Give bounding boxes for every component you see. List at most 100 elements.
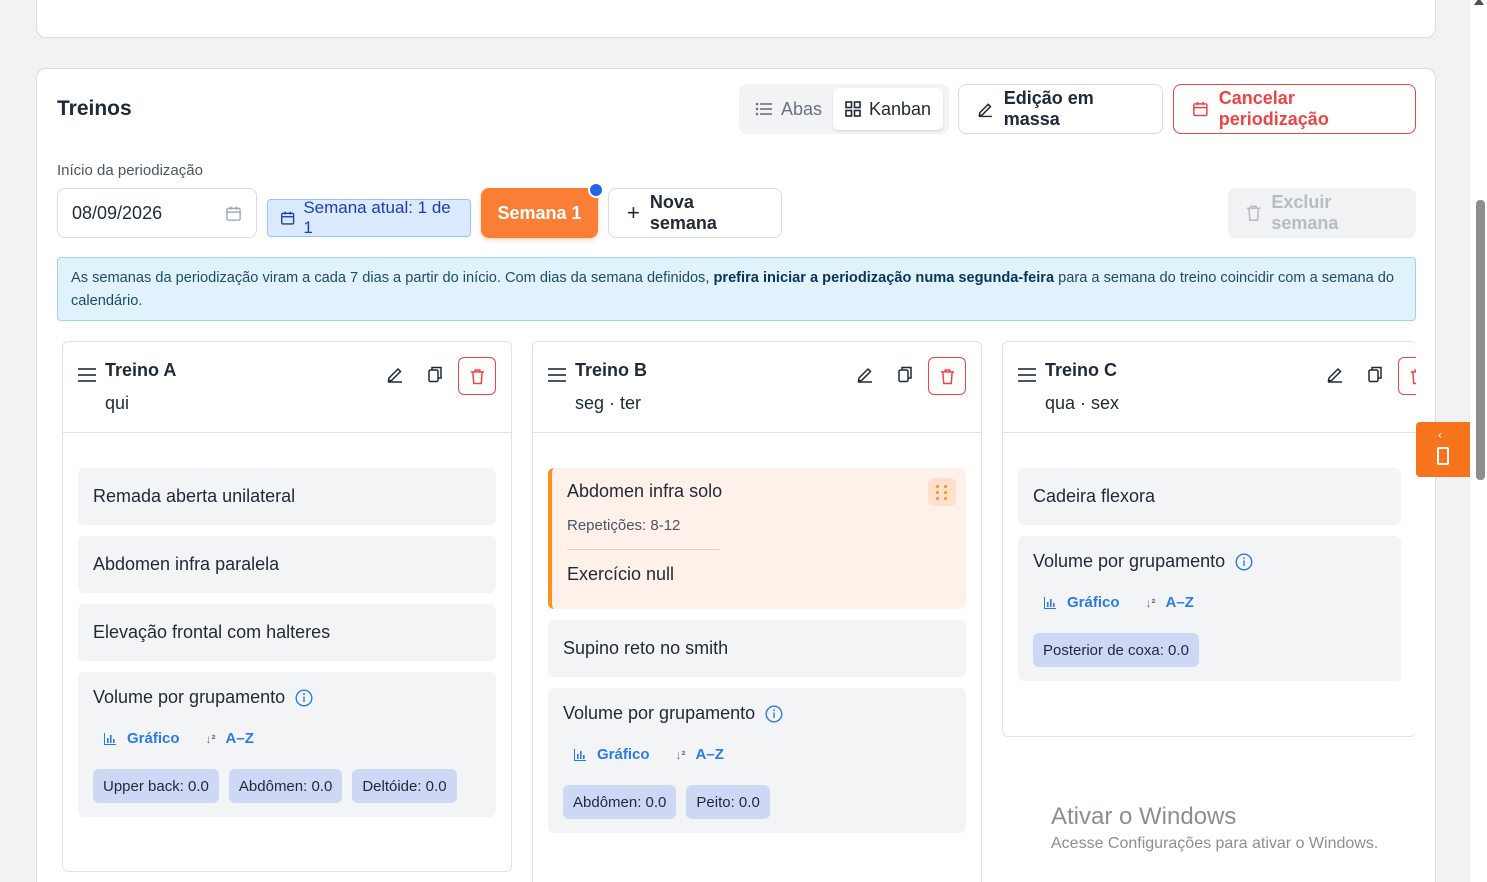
trash-icon (1246, 205, 1261, 221)
workout-days: qui (105, 393, 130, 413)
start-date-value: 08/09/2026 (72, 202, 163, 223)
volume-title-text: Volume por grupamento (93, 687, 286, 707)
calendar-icon[interactable] (225, 205, 242, 222)
pencil-icon (978, 103, 992, 118)
calendar-icon (281, 211, 295, 225)
tab-abas-label: Abas (781, 98, 823, 119)
volume-chip: Deltóide: 0.0 (352, 769, 457, 803)
column-header: Treino B seg · ter (533, 342, 981, 433)
workout-name: Treino B (575, 360, 648, 380)
delete-week-button[interactable]: Excluir semana (1228, 188, 1416, 238)
drag-handle-icon[interactable] (548, 368, 566, 382)
column-header: Treino C qua · sex (1003, 342, 1416, 433)
week-tab-1[interactable]: Semana 1 (481, 182, 604, 238)
drag-handle-icon[interactable] (78, 368, 96, 382)
section-title: Treinos (57, 97, 132, 120)
watermark-subtitle: Acesse Configurações para ativar o Windo… (1051, 835, 1379, 852)
sort-icon: ↓² (205, 731, 216, 746)
info-icon[interactable] (765, 704, 783, 723)
plus-icon: + (627, 200, 640, 225)
workout-name: Treino A (105, 360, 177, 380)
info-text-1: As semanas da periodização viram a cada … (71, 270, 714, 286)
chevron-left-icon: ‹ (1438, 428, 1442, 442)
tab-chart-label: Gráfico (127, 730, 180, 747)
workout-days: qua · sex (1045, 393, 1120, 413)
start-date-label: Início da periodização (57, 162, 203, 179)
exercise-name: Abdomen infra solo (567, 481, 723, 501)
current-week-badge: Semana atual: 1 de 1 (267, 198, 471, 237)
copy-icon[interactable] (896, 365, 914, 383)
volume-panel: Volume por grupamento Gráfico ↓² A–Z Abdô… (548, 688, 966, 833)
edit-icon[interactable] (386, 365, 404, 383)
volume-title: Volume por grupamento (563, 703, 951, 724)
volume-chip: Upper back: 0.0 (93, 769, 219, 803)
workout-name: Treino C (1045, 360, 1118, 380)
list-icon (755, 102, 772, 116)
current-week-dot (588, 182, 604, 198)
tab-az[interactable]: ↓² A–Z (1146, 594, 1194, 611)
info-icon[interactable] (295, 688, 313, 707)
tab-kanban[interactable]: Kanban (833, 88, 944, 130)
mass-edit-label: Edição em massa (1003, 88, 1094, 129)
new-week-button[interactable]: + Nova semana (608, 188, 782, 238)
delete-week-label: Excluir semana (1271, 192, 1339, 233)
tab-az-label: A–Z (1165, 594, 1194, 611)
info-text-bold: prefira iniciar a periodização numa segu… (713, 270, 1055, 286)
cancel-periodization-button[interactable]: Cancelar periodização (1173, 84, 1416, 134)
workout-column-b: Treino B seg · ter Abdomen infra solo Re… (532, 341, 982, 882)
exercise-item[interactable]: Supino reto no smith (548, 620, 966, 677)
tab-chart[interactable]: Gráfico (103, 730, 180, 747)
current-week-text: Semana atual: 1 de 1 (303, 198, 451, 237)
delete-workout-button[interactable] (928, 357, 966, 395)
exercise-name-secondary: Exercício null (567, 564, 675, 584)
column-header: Treino A qui (63, 342, 511, 433)
tab-chart-label: Gráfico (597, 746, 650, 763)
delete-workout-button[interactable] (458, 357, 496, 395)
volume-panel: Volume por grupamento Gráfico ↓² A–Z Uppe… (78, 672, 496, 817)
tab-chart[interactable]: Gráfico (1043, 594, 1120, 611)
sort-icon: ↓² (675, 747, 686, 762)
volume-chip: Abdômen: 0.0 (563, 785, 677, 819)
edit-icon[interactable] (856, 365, 874, 383)
exercise-item[interactable]: Cadeira flexora (1018, 468, 1401, 525)
workout-column-a: Treino A qui Remada aberta unilateral Ab… (62, 341, 512, 872)
copy-icon[interactable] (426, 365, 444, 383)
watermark-title: Ativar o Windows (1051, 803, 1237, 830)
mass-edit-button[interactable]: Edição em massa (958, 84, 1163, 134)
tab-az[interactable]: ↓² A–Z (206, 730, 254, 747)
volume-chip: Peito: 0.0 (686, 785, 770, 819)
tab-az[interactable]: ↓² A–Z (676, 746, 724, 763)
edit-icon[interactable] (1326, 365, 1344, 383)
volume-title-text: Volume por grupamento (1033, 551, 1226, 571)
delete-workout-button[interactable] (1398, 357, 1416, 395)
trash-icon (470, 368, 484, 384)
phone-icon (1437, 447, 1449, 465)
grip-icon[interactable] (928, 478, 956, 506)
new-week-label: Nova semana (649, 192, 717, 233)
trash-icon (940, 368, 954, 384)
scroll-up-arrow-icon[interactable] (1474, 0, 1484, 5)
grid-icon (845, 101, 861, 117)
exercise-item[interactable]: Remada aberta unilateral (78, 468, 496, 525)
side-panel-toggle[interactable]: ‹ (1416, 422, 1471, 477)
volume-title: Volume por grupamento (93, 687, 481, 708)
tab-chart-label: Gráfico (1067, 594, 1120, 611)
drag-handle-icon[interactable] (1018, 368, 1036, 382)
exercise-item-selected[interactable]: Abdomen infra solo Repetições: 8-12 Exer… (548, 468, 966, 609)
volume-title: Volume por grupamento (1033, 551, 1386, 572)
divider (567, 549, 719, 550)
exercise-item[interactable]: Elevação frontal com halteres (78, 604, 496, 661)
exercise-item[interactable]: Abdomen infra paralela (78, 536, 496, 593)
tab-abas[interactable]: Abas (743, 88, 834, 130)
tab-chart[interactable]: Gráfico (573, 746, 650, 763)
bar-chart-icon (1044, 596, 1056, 609)
tab-kanban-label: Kanban (869, 98, 932, 119)
view-toggle: Abas Kanban (739, 84, 949, 134)
tab-az-label: A–Z (695, 746, 724, 763)
scrollbar-thumb[interactable] (1476, 200, 1485, 480)
volume-chip: Abdômen: 0.0 (228, 769, 343, 803)
start-date-input[interactable]: 08/09/2026 (57, 188, 257, 238)
info-icon[interactable] (1235, 552, 1253, 571)
copy-icon[interactable] (1366, 365, 1384, 383)
exercise-reps: Repetições: 8-12 (567, 517, 681, 534)
